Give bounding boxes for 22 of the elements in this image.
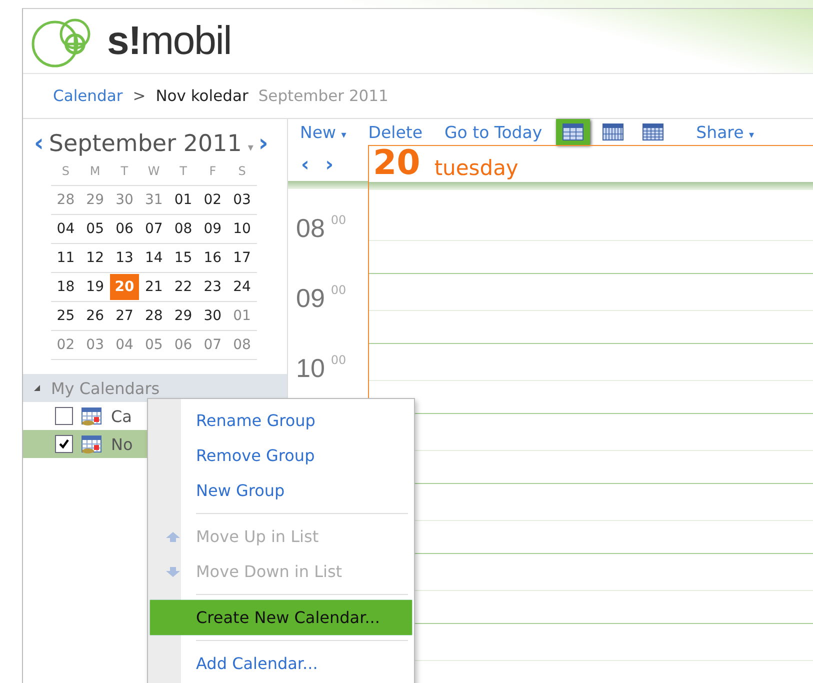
calendar-name: Ca — [111, 406, 132, 426]
group-name: My Calendars — [51, 378, 160, 398]
minute-label: 00 — [330, 283, 346, 297]
minute-label: 00 — [330, 353, 346, 367]
weekday-label: T — [178, 164, 188, 178]
hour-label: 09 — [296, 283, 325, 313]
day-number: 20 — [373, 146, 420, 180]
brand-name: s!mobil — [107, 18, 232, 64]
hour-label: 08 — [296, 213, 325, 243]
breadcrumb-date: September 2011 — [258, 87, 388, 105]
breadcrumb-separator: > — [132, 87, 146, 105]
weekday-label: W — [146, 164, 161, 178]
day-name: tuesday — [434, 156, 518, 180]
breadcrumb-current: Nov koledar — [156, 87, 248, 105]
weekday-label: T — [120, 164, 130, 178]
weekday-label: S — [60, 164, 70, 178]
calendar-name: No — [111, 434, 133, 454]
weekday-label: M — [88, 164, 102, 178]
weekday-label: S — [237, 164, 247, 178]
weekday-label: F — [208, 164, 218, 178]
minute-label: 00 — [330, 213, 346, 227]
hour-label: 10 — [296, 353, 325, 383]
